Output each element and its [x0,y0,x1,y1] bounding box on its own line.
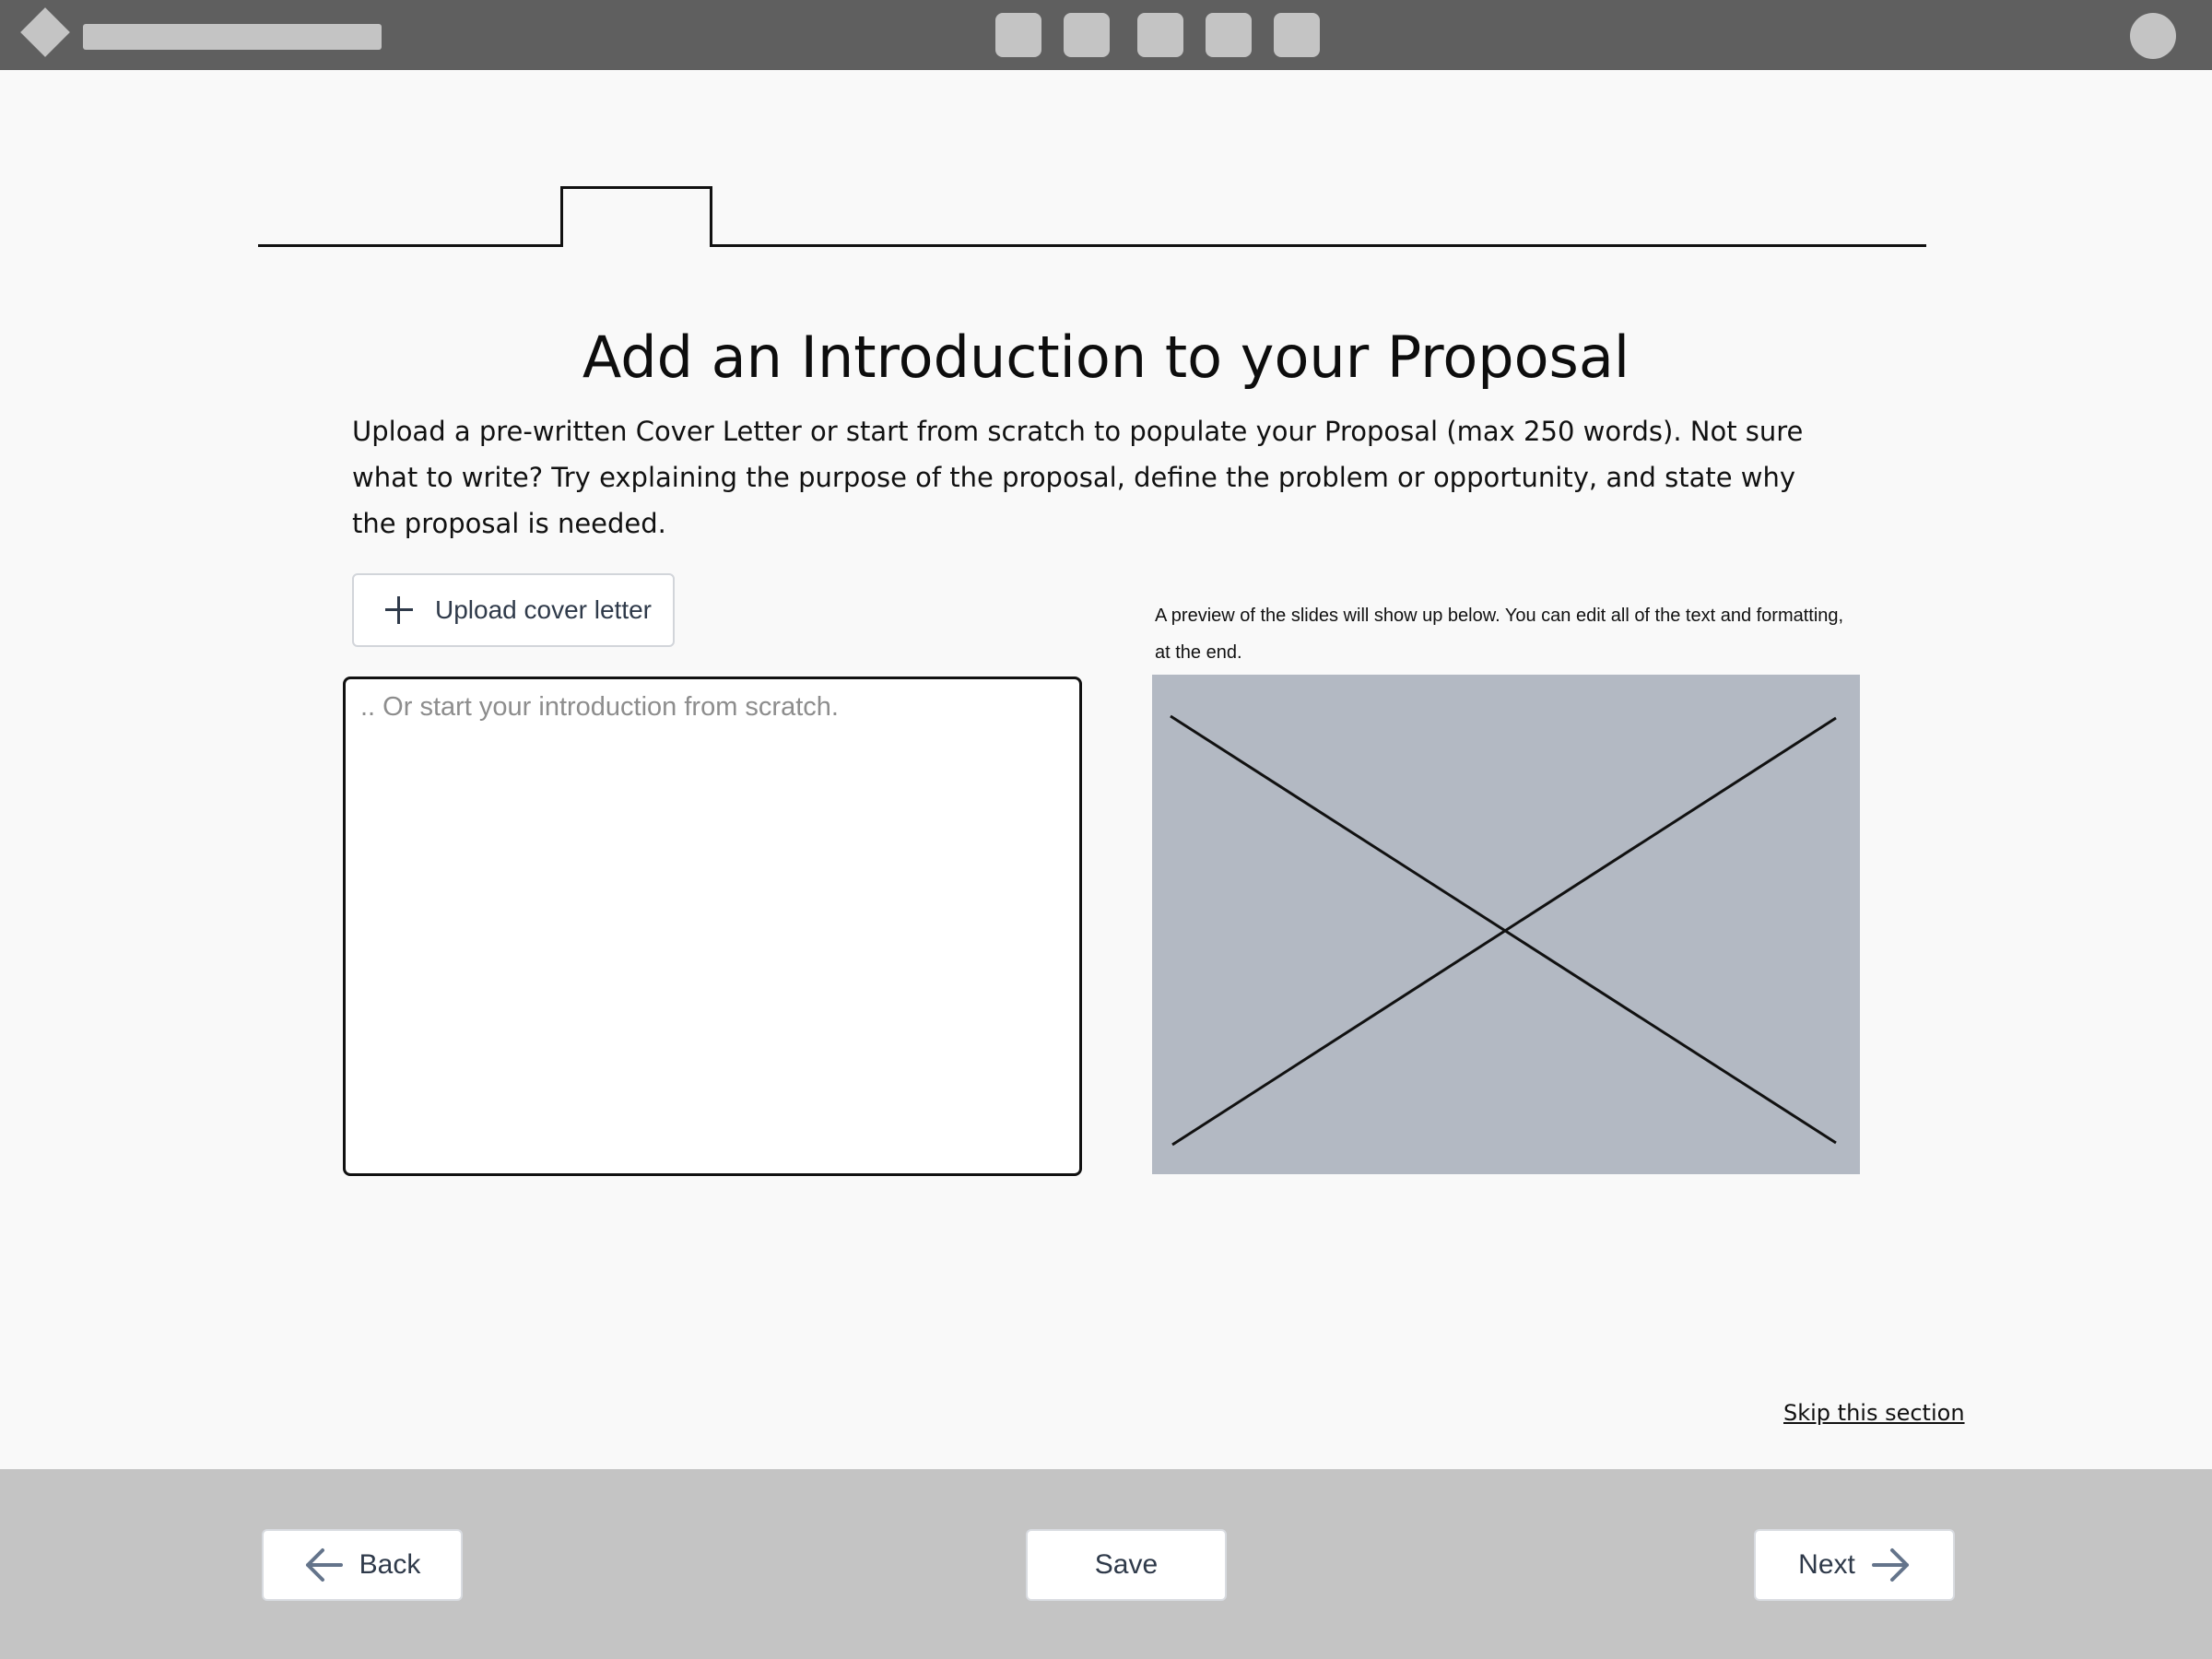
diamond-logo-icon[interactable] [20,7,70,57]
back-button-label: Back [359,1549,421,1580]
top-bar [0,0,2212,70]
introduction-textarea[interactable] [343,677,1082,1176]
nav-icon-5[interactable] [1274,13,1320,57]
next-button-label: Next [1798,1549,1855,1580]
upload-cover-letter-button[interactable]: Upload cover letter [352,573,675,647]
step-marker-icon [560,186,712,247]
arrow-right-icon [1871,1548,1909,1582]
page-description: Upload a pre-written Cover Letter or sta… [352,416,1804,539]
page-title: Add an Introduction to your Proposal [582,324,1630,391]
image-placeholder-icon [1170,714,1837,1147]
nav-icon-2[interactable] [1064,13,1110,57]
slide-preview [1152,675,1860,1174]
arrow-left-icon [305,1548,343,1582]
app-title-placeholder [83,24,382,50]
upload-button-label: Upload cover letter [435,595,653,624]
skip-section-link[interactable]: Skip this section [1783,1400,1965,1426]
user-avatar-icon[interactable] [2130,13,2176,59]
save-button-label: Save [1094,1549,1159,1580]
progress-track [258,244,1926,247]
nav-icon-4[interactable] [1206,13,1252,57]
nav-icon-3[interactable] [1137,13,1183,57]
save-button[interactable]: Save [1026,1529,1227,1601]
preview-note: A preview of the slides will show up bel… [1155,606,1844,663]
plus-icon [385,596,413,624]
nav-icon-1[interactable] [995,13,1041,57]
back-button[interactable]: Back [262,1529,463,1601]
next-button[interactable]: Next [1754,1529,1955,1601]
